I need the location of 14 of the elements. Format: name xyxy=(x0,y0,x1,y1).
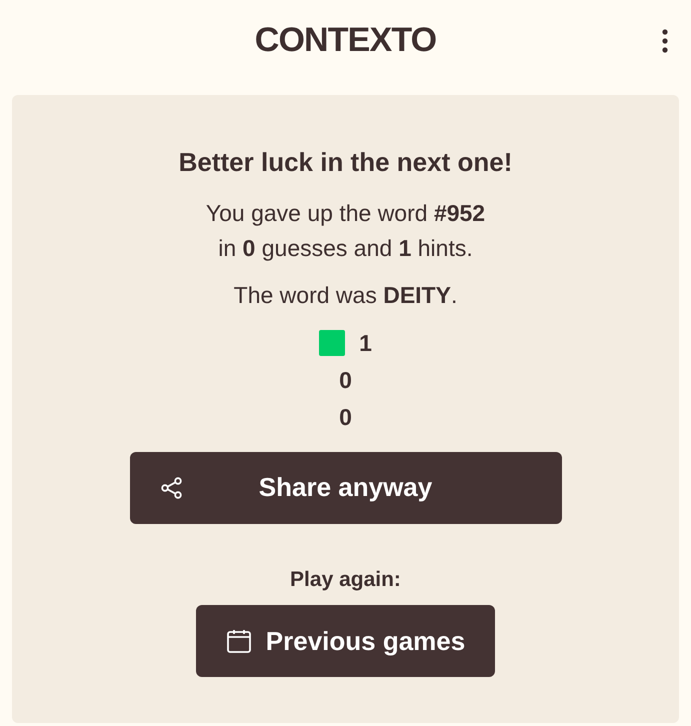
share-icon xyxy=(160,476,184,500)
more-icon xyxy=(662,29,668,53)
play-again-label: Play again: xyxy=(290,566,401,592)
guess-count: 0 xyxy=(339,402,352,432)
app-title: CONTEXTO xyxy=(254,20,436,60)
guess-count: 1 xyxy=(359,328,372,358)
calendar-icon xyxy=(226,628,252,654)
previous-games-button[interactable]: Previous games xyxy=(196,605,496,677)
guess-count: 0 xyxy=(339,366,352,394)
result-heading: Better luck in the next one! xyxy=(178,146,512,179)
answer-text: The word was DEITY. xyxy=(234,281,458,310)
summary-text: in 0 guesses and 1 hints. xyxy=(218,234,473,263)
share-button[interactable]: Share anyway xyxy=(130,452,562,524)
summary-text: You gave up the word #952 xyxy=(206,199,486,228)
